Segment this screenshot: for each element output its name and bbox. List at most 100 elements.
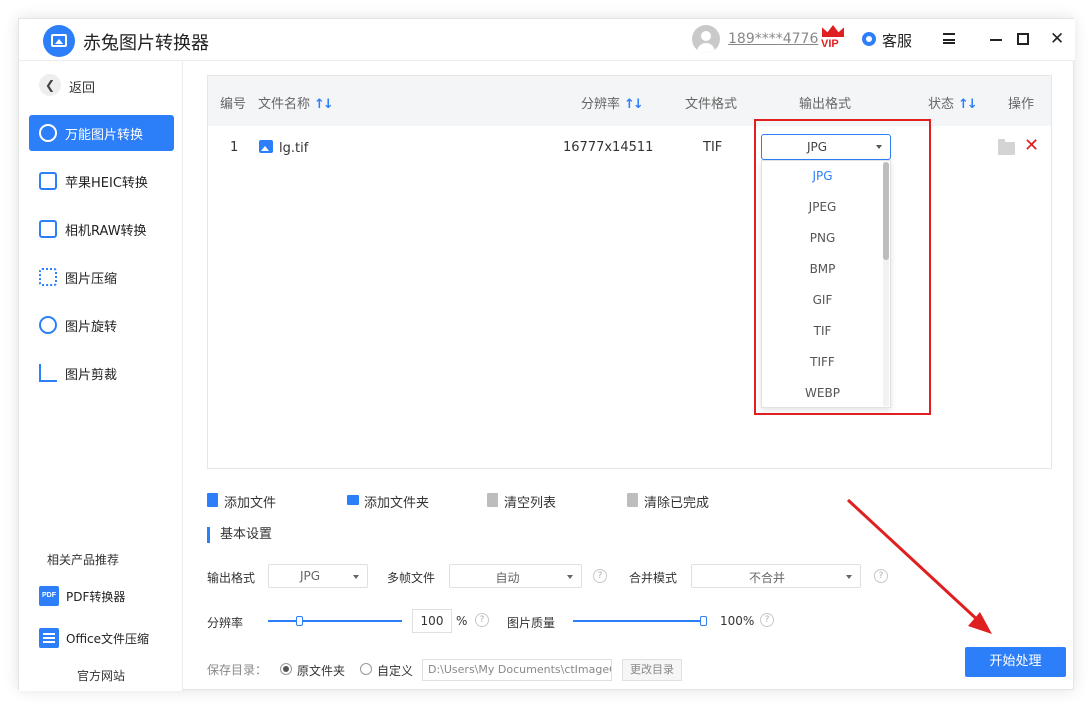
help-icon[interactable]: ? (475, 613, 489, 627)
multiframe-select[interactable]: 自动 (449, 564, 582, 588)
related-item-label: PDF转换器 (66, 590, 126, 604)
minimize-icon (990, 39, 1002, 41)
sidebar-item-label: 苹果HEIC转换 (65, 176, 148, 191)
open-folder-icon[interactable] (998, 139, 1015, 155)
raw-icon (39, 220, 57, 238)
help-icon[interactable]: ? (593, 569, 607, 583)
add-file-label: 添加文件 (224, 496, 277, 511)
customer-service-label[interactable]: 客服 (882, 30, 912, 51)
folder-icon (347, 495, 359, 505)
crop-icon (39, 364, 57, 382)
back-label: 返回 (69, 81, 96, 96)
hamburger-icon (943, 33, 955, 44)
related-item-label: Office文件压缩 (66, 632, 150, 646)
change-dir-button[interactable]: 更改目录 (622, 659, 682, 681)
header-resolution[interactable]: 分辨率 ↑↓ (581, 93, 644, 112)
radio-custom-folder[interactable] (360, 663, 372, 675)
related-products-title: 相关产品推荐 (47, 553, 120, 567)
radio-original-folder[interactable] (280, 663, 292, 675)
header-actions: 操作 (1008, 97, 1035, 112)
resolution-label: 分辨率 (207, 616, 244, 630)
sidebar: ❮ 返回 万能图片转换 苹果HEIC转换 相机RAW转换 图片压缩 图片旋转 图… (19, 61, 183, 691)
resolution-slider-track (268, 620, 402, 622)
user-avatar[interactable] (692, 25, 720, 53)
sidebar-item-raw[interactable]: 相机RAW转换 (29, 211, 174, 247)
output-format-setting-select[interactable]: JPG (268, 564, 368, 588)
radio-original-folder-label[interactable]: 原文件夹 (297, 662, 345, 679)
quality-label: 图片质量 (507, 616, 556, 630)
sidebar-item-heic[interactable]: 苹果HEIC转换 (29, 163, 174, 199)
sidebar-item-crop[interactable]: 图片剪裁 (29, 355, 174, 391)
minimize-button[interactable] (984, 27, 1008, 51)
sort-icon[interactable]: ↑↓ (958, 97, 978, 112)
header-index: 编号 (220, 97, 247, 112)
sidebar-item-image-convert[interactable]: 万能图片转换 (29, 115, 174, 151)
header-file-format: 文件格式 (685, 97, 738, 112)
close-button[interactable]: ✕ (1047, 27, 1071, 51)
chevron-down-icon (846, 575, 852, 579)
rotate-icon (39, 316, 57, 334)
menu-button[interactable] (937, 27, 961, 51)
compress-icon (39, 268, 57, 286)
header-status-label: 状态 (928, 97, 955, 112)
multiframe-label: 多帧文件 (387, 571, 436, 585)
output-format-label: 输出格式 (207, 571, 256, 585)
title-bar: 赤兔图片转换器 189****4776 VIP 客服 ✕ (19, 19, 1075, 61)
red-highlight-box (754, 119, 931, 415)
app-window: 赤兔图片转换器 189****4776 VIP 客服 ✕ ❮ 返回 万能图片转换… (18, 18, 1075, 691)
chevron-down-icon (567, 575, 573, 579)
image-convert-icon (39, 124, 57, 142)
clear-list-label: 清空列表 (504, 496, 557, 511)
official-website-link[interactable]: 官方网站 (77, 667, 125, 684)
add-folder-label: 添加文件夹 (364, 496, 430, 511)
sort-icon[interactable]: ↑↓ (624, 97, 644, 112)
delete-icon[interactable]: ✕ (1024, 136, 1039, 156)
cell-filename: lg.tif (259, 140, 308, 156)
header-resolution-label: 分辨率 (581, 97, 621, 112)
quality-slider-knob[interactable] (700, 616, 707, 626)
sidebar-item-label: 图片压缩 (65, 272, 118, 287)
image-file-icon (259, 140, 273, 153)
user-phone-link[interactable]: 189****4776 (728, 31, 818, 47)
maximize-button[interactable] (1011, 27, 1035, 51)
pdf-icon: PDF (39, 586, 59, 606)
header-status[interactable]: 状态 ↑↓ (928, 93, 978, 112)
sidebar-item-label: 相机RAW转换 (65, 224, 147, 239)
basic-settings-title: 基本设置 (207, 527, 272, 543)
clear-done-label: 清除已完成 (644, 496, 710, 511)
multiframe-value: 自动 (495, 571, 520, 585)
merge-mode-select[interactable]: 不合并 (691, 564, 861, 588)
radio-custom-folder-label[interactable]: 自定义 (377, 662, 413, 679)
filename-text: lg.tif (279, 141, 309, 156)
customer-service-icon[interactable] (862, 32, 876, 46)
sidebar-item-rotate[interactable]: 图片旋转 (29, 307, 174, 343)
header-filename-label: 文件名称 (258, 97, 311, 112)
office-list-icon (39, 628, 59, 648)
maximize-icon (1017, 33, 1029, 45)
help-icon[interactable]: ? (874, 569, 888, 583)
header-output-format: 输出格式 (799, 97, 852, 112)
vip-label: VIP (821, 38, 839, 50)
vip-crown-icon[interactable]: VIP (821, 25, 845, 53)
resolution-input[interactable]: 100 (412, 609, 452, 633)
help-icon[interactable]: ? (760, 613, 774, 627)
app-logo-icon (43, 25, 75, 57)
save-path-input[interactable]: D:\Users\My Documents\ctImageC (422, 659, 612, 681)
start-process-button[interactable]: 开始处理 (965, 647, 1066, 677)
merge-mode-value: 不合并 (748, 571, 785, 585)
cell-resolution: 16777x14511 (563, 140, 654, 155)
file-icon (207, 493, 218, 507)
sidebar-item-label: 万能图片转换 (65, 128, 144, 143)
resolution-slider-knob[interactable] (296, 616, 303, 626)
resolution-slider[interactable] (268, 614, 402, 628)
close-icon: ✕ (1050, 29, 1065, 49)
sidebar-item-compress[interactable]: 图片压缩 (29, 259, 174, 295)
quality-value: 100% (720, 614, 755, 628)
sort-icon[interactable]: ↑↓ (314, 97, 334, 112)
quality-slider[interactable] (573, 614, 707, 628)
save-dir-label: 保存目录： (207, 663, 268, 677)
sidebar-item-label: 图片剪裁 (65, 368, 118, 383)
file-table: 编号 文件名称 ↑↓ 分辨率 ↑↓ 文件格式 输出格式 状态 ↑↓ 操作 1 lg.t… (207, 75, 1052, 469)
trash-icon (487, 493, 498, 507)
header-filename[interactable]: 文件名称 ↑↓ (258, 93, 334, 112)
